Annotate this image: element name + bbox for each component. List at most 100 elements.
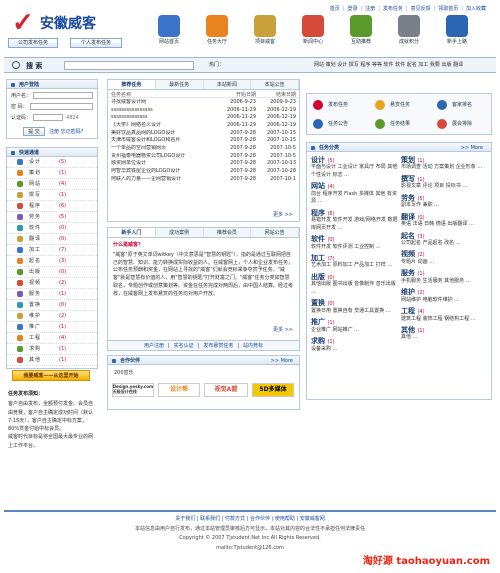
tab-success-cases[interactable]: 成功案例 bbox=[156, 228, 204, 237]
task-row[interactable]: 一个单品的空间营销网页 2007-9-28 2007-10-5 bbox=[108, 144, 299, 152]
nav-item-2[interactable]: 项目威客 bbox=[246, 15, 284, 53]
tab-beginner[interactable]: 新手入门 bbox=[108, 228, 156, 237]
exhibition-action[interactable]: 展会排除 bbox=[433, 117, 489, 131]
forgot-password-link[interactable]: 忘记密码? bbox=[61, 129, 84, 135]
channel-item[interactable]: 撰写 (1) bbox=[7, 190, 97, 201]
task-row[interactable]: 融资网单位设计 2007-9-28 2007-10-13 bbox=[108, 160, 299, 168]
category-title[interactable]: 程序 (6) bbox=[311, 209, 399, 217]
channel-item[interactable]: 起名 (3) bbox=[7, 256, 97, 267]
category-items[interactable]: 建筑工程 装饰工程 钢结构工程 … bbox=[401, 316, 489, 324]
task-row[interactable]: 《大学》网络名义设计 2006-11-29 2006-12-19 bbox=[108, 121, 299, 129]
footer-contact[interactable]: 联系我们 bbox=[200, 516, 220, 522]
help-more-link[interactable]: 更多 >> bbox=[273, 327, 293, 333]
category-items[interactable]: 前台 程序开发 Flash 多媒体 其他 有资源 … bbox=[311, 191, 399, 206]
category-title[interactable]: 工程 (4) bbox=[401, 307, 489, 315]
task-name[interactable]: 贵州福泰电器物资公司LOGO设计 bbox=[111, 153, 212, 159]
partners-more-link[interactable]: >> More bbox=[271, 358, 293, 364]
ranking-action[interactable]: 客家排名 bbox=[433, 98, 489, 112]
username-input[interactable] bbox=[33, 92, 93, 99]
login-submit-button[interactable]: 提 交 bbox=[23, 127, 45, 136]
tab-latest[interactable]: 最新任务 bbox=[156, 80, 204, 89]
category-items[interactable]: 艺术加工 原料加工 产品加工 打样 … bbox=[311, 262, 399, 270]
channel-item[interactable]: 其他 (1) bbox=[7, 355, 97, 366]
task-row[interactable]: 阿联人的力量——企网营销设计 2007-9-28 2007-10-1 bbox=[108, 175, 299, 183]
channel-item[interactable]: 软件 (0) bbox=[7, 223, 97, 234]
category-items[interactable]: 其他出版 图书出版 音像制作 音乐出版 … bbox=[311, 281, 399, 296]
channel-item[interactable]: 设计 (5) bbox=[7, 157, 97, 168]
hot-tags[interactable]: 网站 策划 设计 撰写 程序 等等 软件 软件 起名 加工 我要 出版 翻译 bbox=[314, 62, 463, 68]
category-items[interactable]: 英语 法语 日韩 德语 出版翻译 … bbox=[401, 221, 489, 229]
category-title[interactable]: 维护 (2) bbox=[401, 288, 489, 296]
channel-item[interactable]: 网站 (4) bbox=[7, 179, 97, 190]
nav-item-4[interactable]: 互助推荐 bbox=[342, 15, 380, 53]
channel-item[interactable]: 翻译 (0) bbox=[7, 234, 97, 245]
category-title[interactable]: 置换 (0) bbox=[311, 299, 399, 307]
step-register[interactable]: 用户注册 bbox=[144, 343, 164, 349]
top-link-post-task[interactable]: 发布任务 bbox=[383, 6, 403, 12]
task-row[interactable]: ssssssssssssssss 2006-11-29 2006-12-19 bbox=[108, 106, 299, 114]
footer-help[interactable]: 使用帮助 bbox=[275, 516, 295, 522]
task-name[interactable]: 一个单品的空间营销网页 bbox=[111, 145, 212, 151]
task-row[interactable]: 寻找威客设计网 2006-9-23 2009-9-23 bbox=[108, 98, 299, 106]
task-result-action[interactable]: 任务结果 bbox=[371, 117, 427, 131]
tasks-more-link[interactable]: 更多 >> bbox=[273, 212, 293, 218]
category-title[interactable]: 软件 (0) bbox=[311, 235, 399, 243]
task-name[interactable]: 寻找威客设计网 bbox=[111, 99, 212, 105]
nav-item-6[interactable]: 新手上路 bbox=[438, 15, 476, 53]
channel-item[interactable]: 劳务 (5) bbox=[7, 212, 97, 223]
category-title[interactable]: 视频 (2) bbox=[401, 250, 489, 258]
footer-payment[interactable]: 付款方式 bbox=[225, 516, 245, 522]
top-link-home[interactable]: 首页 bbox=[330, 6, 340, 12]
nav-item-0[interactable]: 网站首页 bbox=[150, 15, 188, 53]
register-link[interactable]: 注册 bbox=[49, 129, 59, 135]
footer-site[interactable]: 安徽威客网 bbox=[300, 516, 325, 522]
channel-item[interactable]: 置换 (0) bbox=[7, 300, 97, 311]
channel-item[interactable]: 维护 (2) bbox=[7, 311, 97, 322]
partner-logo-shijue[interactable]: 视觉A盟 bbox=[204, 383, 248, 397]
start-witkey-button[interactable]: 我要威客——从这里开始 bbox=[12, 370, 90, 381]
task-name[interactable]: ssssssssssssss bbox=[111, 114, 212, 120]
task-name[interactable]: 《大学》网络名义设计 bbox=[111, 122, 212, 128]
category-items[interactable]: 设备采购 … bbox=[311, 346, 399, 354]
top-link-favorite[interactable]: 加入收藏 bbox=[466, 6, 486, 12]
channel-item[interactable]: 视频 (2) bbox=[7, 278, 97, 289]
category-items[interactable]: 影视文章 评论 项目 投标书 … bbox=[401, 183, 489, 191]
top-link-homepage[interactable]: 领取首页 bbox=[438, 6, 458, 12]
category-items[interactable]: 手机服务 生活服务 其他服务 … bbox=[401, 278, 489, 286]
step-post[interactable]: 发布悬赏任务 bbox=[203, 343, 233, 349]
partner-logo-yesky[interactable]: Design.yesky.com 天极设计在线 bbox=[112, 383, 154, 397]
category-items[interactable]: 网站维护 电脑软件维护 … bbox=[401, 297, 489, 305]
nav-item-1[interactable]: 任务大厅 bbox=[198, 15, 236, 53]
company-post-button[interactable]: 公司发布任务 bbox=[8, 38, 58, 48]
search-input[interactable] bbox=[64, 61, 194, 70]
category-items[interactable]: 市场调查 活动 方案策划 企业形象 … bbox=[401, 164, 489, 172]
task-row[interactable]: 天津市威客设计和LOGO和名片 2007-9-28 2007-10-15 bbox=[108, 136, 299, 144]
channel-item[interactable]: 工程 (4) bbox=[7, 333, 97, 344]
category-items[interactable]: 公司起名 产品起名 改名 … bbox=[401, 240, 489, 248]
nav-item-5[interactable]: 成就积分 bbox=[390, 15, 428, 53]
category-items[interactable]: 副本写作 兼职 … bbox=[401, 202, 489, 210]
tab-recommended-members[interactable]: 推荐会员 bbox=[204, 228, 252, 237]
tab-news[interactable]: 本站新闻 bbox=[204, 80, 252, 89]
top-link-register[interactable]: 注册 bbox=[365, 6, 375, 12]
category-items[interactable]: 平面与设计 工业设计 家具厅 布局 其他 个性设计 标志 … bbox=[311, 164, 399, 179]
task-row[interactable]: 贵州福泰电器物资公司LOGO设计 2007-9-28 2007-10-5 bbox=[108, 152, 299, 160]
category-title[interactable]: 服务 (1) bbox=[401, 269, 489, 277]
step-bid[interactable]: 站内竞标 bbox=[243, 343, 263, 349]
password-input[interactable] bbox=[29, 103, 93, 110]
channel-item[interactable]: 推广 (1) bbox=[7, 322, 97, 333]
category-items[interactable]: 企业推广 网站推广 … bbox=[311, 327, 399, 335]
category-items[interactable]: 软件开发 软件评测 工业控制 … bbox=[311, 244, 399, 252]
category-title[interactable]: 求购 (1) bbox=[311, 337, 399, 345]
task-row[interactable]: ssssssssssssss 2006-11-29 2006-12-19 bbox=[108, 113, 299, 121]
task-notice-action[interactable]: 任务公告 bbox=[309, 117, 365, 131]
post-task-action[interactable]: 发布任务 bbox=[309, 98, 365, 112]
nav-item-3[interactable]: 新闻中心 bbox=[294, 15, 332, 53]
categories-more-link[interactable]: >> More bbox=[461, 145, 483, 151]
footer-about[interactable]: 关于我们 bbox=[175, 516, 195, 522]
partner-logo-shejibang[interactable]: 设计帮 bbox=[158, 383, 200, 397]
channel-item[interactable]: 程序 (6) bbox=[7, 201, 97, 212]
channel-item[interactable]: 服务 (1) bbox=[7, 289, 97, 300]
task-name[interactable]: 融资网单位设计 bbox=[111, 160, 212, 166]
task-row[interactable]: 美好饮品真品网的LOGO设计 2007-9-28 2007-10-15 bbox=[108, 129, 299, 137]
